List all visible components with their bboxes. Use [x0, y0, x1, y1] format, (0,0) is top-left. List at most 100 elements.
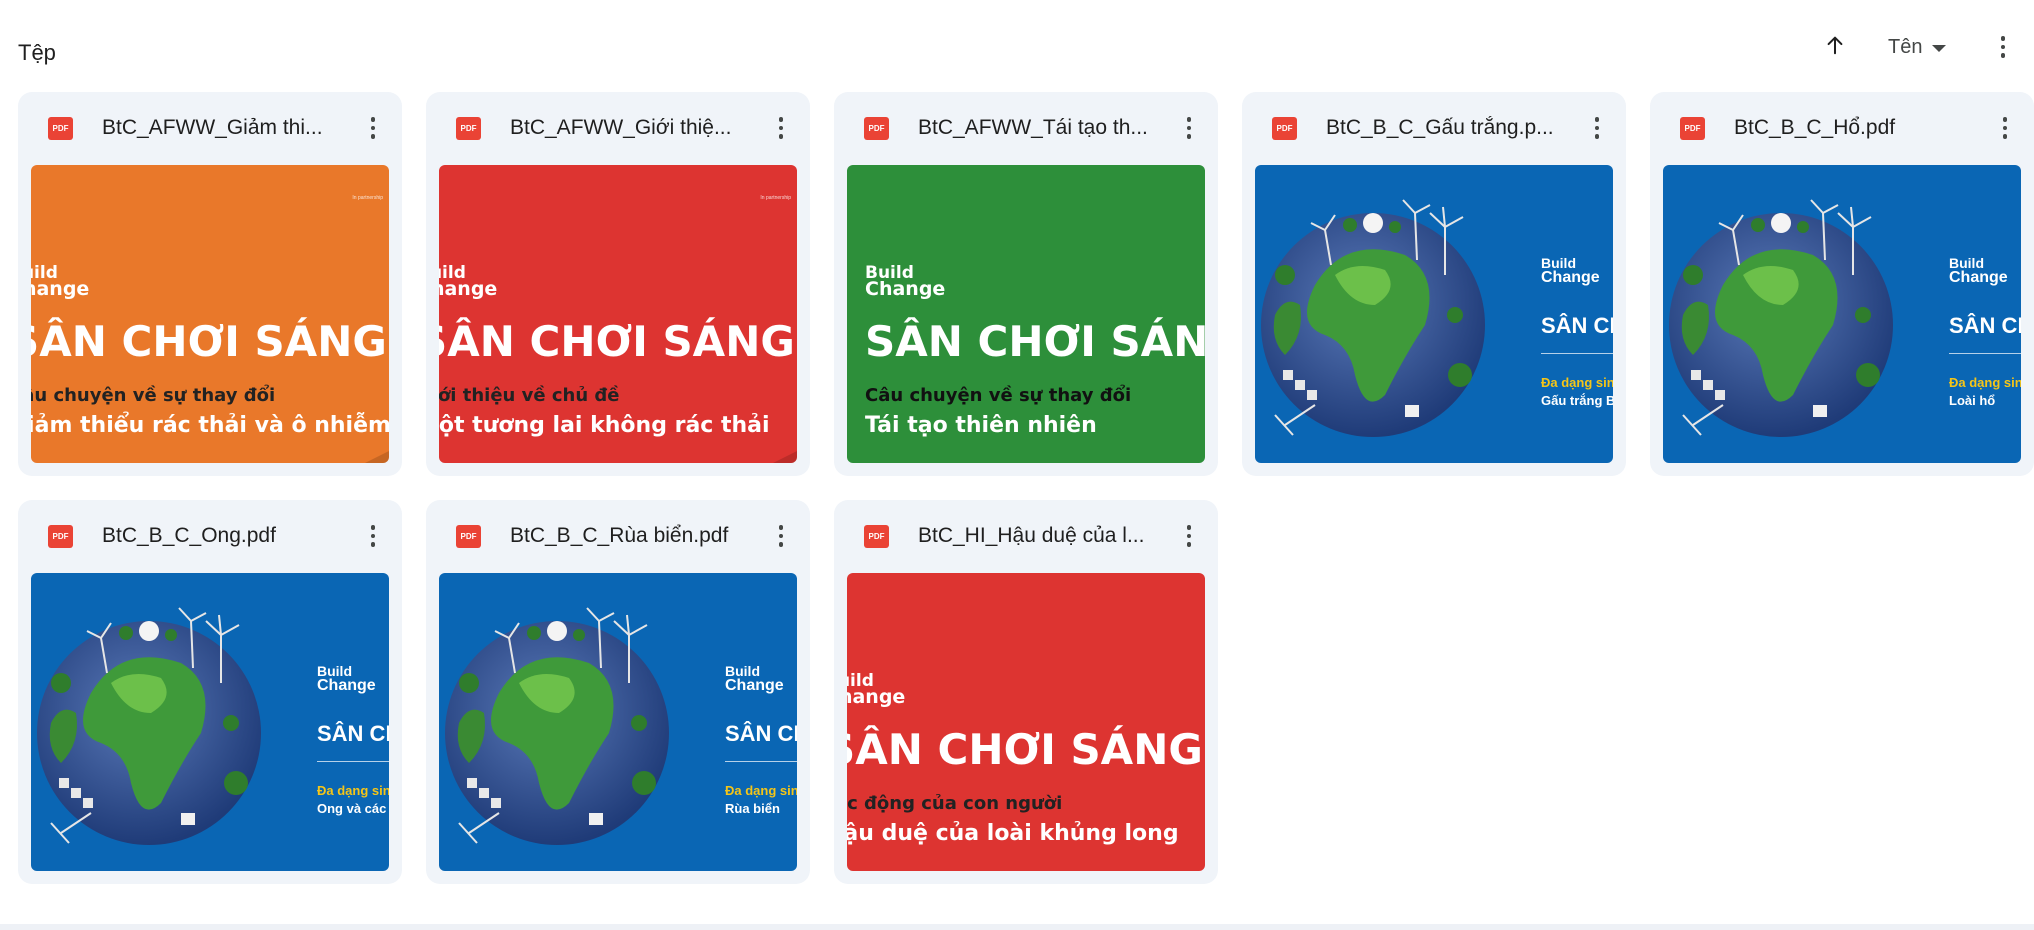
- file-thumbnail[interactable]: Build Change SÂN CHƠI Đa dạng sinh học O…: [31, 573, 389, 871]
- file-thumbnail[interactable]: In partnership Build Change SÂN CHƠI SÁN…: [439, 165, 797, 463]
- file-more-options-button[interactable]: [1990, 112, 2020, 144]
- thumbnail-logo: Build Change: [1541, 255, 1600, 287]
- file-name[interactable]: BtC_B_C_Hổ.pdf: [1734, 116, 1974, 140]
- file-card-header: PDF BtC_HI_Hậu duệ của l...: [834, 500, 1218, 572]
- caret-down-icon: [1932, 45, 1947, 52]
- file-thumbnail[interactable]: Build Change SÂN CHƠI SÁNG TẠO Câu chuyệ…: [847, 165, 1205, 463]
- sort-by-dropdown[interactable]: Tên: [1888, 32, 1947, 62]
- more-vert-icon: [2002, 117, 2008, 139]
- thumbnail-title: SÂN CHƠI SÁNG TẠO: [439, 317, 797, 366]
- pdf-icon: PDF: [864, 117, 889, 140]
- pdf-icon-label: PDF: [868, 124, 885, 133]
- file-more-options-button[interactable]: [1174, 520, 1204, 552]
- thumbnail-category: Đa dạng sinh học: [317, 783, 389, 798]
- thumbnail-illustration: [1663, 165, 1913, 463]
- file-more-options-button[interactable]: [1582, 112, 1612, 144]
- thumbnail-subtitle: Một tương lai không rác thải: [439, 413, 770, 438]
- section-title: Tệp: [18, 40, 56, 65]
- thumbnail-logo: Build Change: [847, 673, 905, 707]
- thumbnail-category: Giới thiệu về chủ đề: [439, 385, 620, 406]
- thumbnail-logo: Build Change: [1949, 255, 2008, 287]
- file-card[interactable]: PDF BtC_AFWW_Giảm thi... In partnership …: [18, 92, 402, 476]
- thumbnail-divider: [725, 761, 797, 762]
- file-name[interactable]: BtC_B_C_Rùa biển.pdf: [510, 524, 750, 548]
- more-options-button[interactable]: [1988, 32, 2018, 62]
- file-thumbnail[interactable]: Build Change SÂN CHƠI SÁNG TẠO Tác động …: [847, 573, 1205, 871]
- file-more-options-button[interactable]: [1174, 112, 1204, 144]
- thumbnail-divider: [1541, 353, 1613, 354]
- file-card[interactable]: PDF BtC_B_C_Ong.pdf Build Change SÂN C Đ…: [18, 500, 402, 884]
- files-header: Tệp Tên: [0, 0, 2034, 90]
- file-card[interactable]: PDF BtC_AFWW_Tái tạo th... Build Change …: [834, 92, 1218, 476]
- sort-direction-button[interactable]: [1820, 30, 1850, 60]
- file-thumbnail[interactable]: Build Change SÂN CHƠI Đa dạng sinh học R…: [439, 573, 797, 871]
- file-more-options-button[interactable]: [358, 520, 388, 552]
- thumbnail-logo: Build Change: [439, 265, 498, 300]
- thumbnail-subtitle: Hậu duệ của loài khủng long: [847, 821, 1179, 846]
- file-name[interactable]: BtC_AFWW_Tái tạo th...: [918, 116, 1158, 140]
- logo-change-text: Change: [725, 677, 784, 694]
- logo-change-text: Change: [439, 278, 498, 300]
- thumbnail-subtitle: Tái tạo thiên nhiên: [865, 413, 1097, 438]
- file-name[interactable]: BtC_AFWW_Giảm thi...: [102, 116, 342, 140]
- page-fold: [365, 451, 389, 463]
- thumbnail-divider: [1949, 353, 2021, 354]
- thumbnail-title: SÂN CHƠI: [317, 721, 389, 746]
- file-name[interactable]: BtC_B_C_Gấu trắng.p...: [1326, 116, 1566, 140]
- thumbnail-logo: Build Change: [725, 663, 784, 695]
- thumbnail-title: SÂN CHƠI: [725, 721, 797, 746]
- file-card[interactable]: PDF BtC_AFWW_Giới thiệ... In partnership…: [426, 92, 810, 476]
- pdf-icon-label: PDF: [52, 532, 69, 541]
- thumbnail-title: SÂN CHƠI SÁNG TẠO: [31, 317, 389, 366]
- pdf-icon: PDF: [48, 117, 73, 140]
- pdf-icon: PDF: [1272, 117, 1297, 140]
- file-thumbnail[interactable]: Build Change SÂN CHƠI Đa dạng sinh học L…: [1663, 165, 2021, 463]
- file-card[interactable]: PDF BtC_B_C_Rùa biển.pdf Build Change SÂ…: [426, 500, 810, 884]
- thumbnail-logo: Build Change: [31, 265, 89, 299]
- file-name[interactable]: BtC_HI_Hậu duệ của l...: [918, 524, 1158, 548]
- file-name[interactable]: BtC_B_C_Ong.pdf: [102, 524, 342, 548]
- thumbnail-illustration: [1255, 165, 1505, 463]
- pdf-icon: PDF: [456, 117, 481, 140]
- file-more-options-button[interactable]: [766, 112, 796, 144]
- thumbnail-category: Câu chuyện về sự thay đổi: [865, 385, 1132, 406]
- file-thumbnail[interactable]: In partnership Build Change SÂN CHƠI SÁN…: [31, 165, 389, 463]
- thumbnail-category: Câu chuyện về sự thay đổi: [31, 385, 276, 406]
- pdf-icon-label: PDF: [1684, 124, 1701, 133]
- file-card[interactable]: PDF BtC_B_C_Gấu trắng.p... Build Change …: [1242, 92, 1626, 476]
- file-card[interactable]: PDF BtC_HI_Hậu duệ của l... Build Change…: [834, 500, 1218, 884]
- more-vert-icon: [778, 525, 784, 547]
- thumbnail-illustration: [31, 573, 281, 871]
- bottom-scroll-edge: [0, 924, 2034, 930]
- thumbnail-divider: [317, 761, 389, 762]
- file-name[interactable]: BtC_AFWW_Giới thiệ...: [510, 116, 750, 140]
- pdf-icon: PDF: [48, 525, 73, 548]
- file-card[interactable]: PDF BtC_B_C_Hổ.pdf Build Change SÂN C Đa…: [1650, 92, 2034, 476]
- lego-earth-illustration: [1261, 199, 1485, 437]
- file-more-options-button[interactable]: [358, 112, 388, 144]
- file-card-header: PDF BtC_B_C_Rùa biển.pdf: [426, 500, 810, 572]
- pdf-icon: PDF: [456, 525, 481, 548]
- more-vert-icon: [1186, 117, 1192, 139]
- pdf-icon-label: PDF: [52, 124, 69, 133]
- thumbnail-category: Đa dạng sinh học: [1949, 375, 2021, 390]
- logo-change-text: Change: [865, 278, 946, 300]
- file-thumbnail[interactable]: Build Change SÂN CHƠI Đa dạng sinh học G…: [1255, 165, 1613, 463]
- more-vert-icon: [370, 525, 376, 547]
- logo-change-text: Change: [1541, 269, 1600, 286]
- logo-change-text: Change: [317, 677, 376, 694]
- lego-earth-illustration: [1669, 199, 1893, 437]
- thumbnail-title: SÂN CHƠI: [1949, 313, 2021, 338]
- lego-earth-illustration: [445, 607, 669, 845]
- lego-earth-illustration: [37, 607, 261, 845]
- thumbnail-subtitle: Gấu trắng Bắc Cực: [1541, 393, 1613, 408]
- file-more-options-button[interactable]: [766, 520, 796, 552]
- pdf-icon-label: PDF: [1276, 124, 1293, 133]
- more-vert-icon: [2000, 36, 2006, 58]
- thumbnail-logo: Build Change: [865, 265, 946, 300]
- thumbnail-title: SÂN CHƠI SÁNG TẠO: [865, 317, 1205, 366]
- file-card-header: PDF BtC_AFWW_Giảm thi...: [18, 92, 402, 164]
- file-card-header: PDF BtC_B_C_Ong.pdf: [18, 500, 402, 572]
- thumbnail-category: Tác động của con người: [847, 793, 1063, 814]
- file-card-header: PDF BtC_AFWW_Tái tạo th...: [834, 92, 1218, 164]
